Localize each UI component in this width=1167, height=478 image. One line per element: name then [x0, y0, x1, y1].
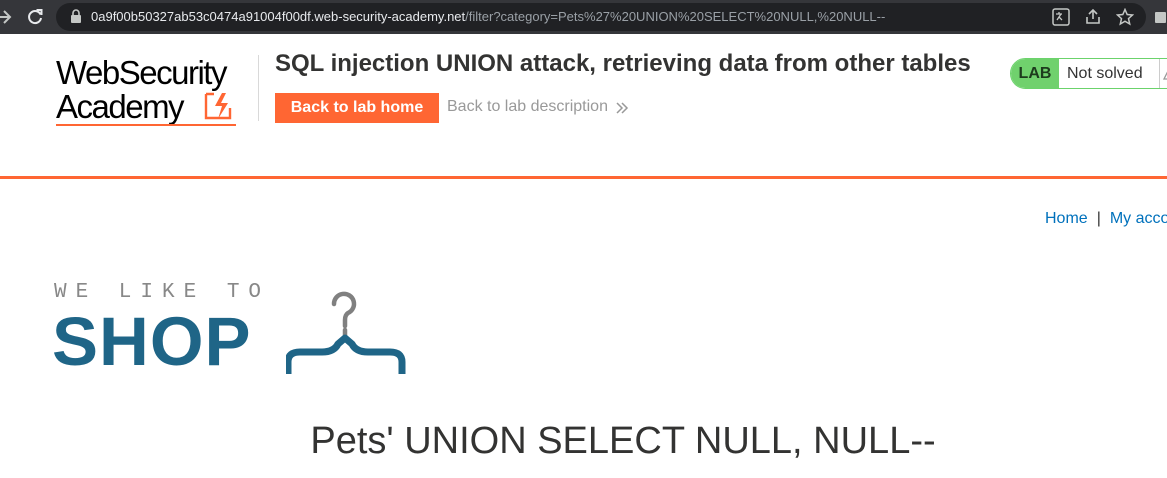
reload-icon[interactable] [26, 8, 44, 26]
flask-icon [1163, 71, 1167, 80]
top-navigation: Home | My account [1045, 210, 1167, 228]
logo-underline [56, 124, 236, 126]
nav-home-link[interactable]: Home [1045, 210, 1088, 227]
web-security-academy-logo[interactable]: WebSecurity Academy [56, 54, 256, 130]
shop-logo[interactable]: WE LIKE TO SHOP [52, 278, 412, 380]
extensions-icon[interactable] [1152, 8, 1167, 26]
lab-status-widget: LAB Not solved [1010, 58, 1167, 89]
back-arrow-icon[interactable] [0, 9, 12, 25]
header-divider [258, 55, 259, 121]
back-to-lab-home-button[interactable]: Back to lab home [275, 93, 439, 123]
status-separator [1159, 59, 1160, 88]
page-heading: Pets' UNION SELECT NULL, NULL-- [310, 420, 936, 462]
nav-my-account-link[interactable]: My account [1110, 210, 1167, 227]
hanger-icon [286, 291, 406, 374]
lab-status-text: Not solved [1067, 65, 1143, 82]
star-icon[interactable] [1116, 8, 1134, 26]
url-text[interactable]: 0a9f00b50327ab53c0474a91004f00df.web-sec… [91, 8, 885, 25]
lab-title: SQL injection UNION attack, retrieving d… [275, 50, 971, 77]
url-path: /filter?category=Pets%27%20UNION%20SELEC… [465, 9, 886, 24]
lab-header: WebSecurity Academy SQL injection UNION … [0, 34, 1167, 177]
url-host: 0a9f00b50327ab53c0474a91004f00df.web-sec… [91, 9, 466, 24]
chevron-double-right-icon[interactable] [615, 101, 629, 115]
logo-line-2: Academy [56, 88, 185, 125]
logo-line-1: WebSecurity [56, 54, 227, 91]
academy-flash-icon [204, 92, 232, 120]
share-icon[interactable] [1084, 8, 1102, 26]
header-bottom-rule [0, 176, 1167, 179]
lock-icon[interactable] [70, 9, 82, 23]
translate-icon[interactable] [1052, 8, 1070, 26]
nav-separator: | [1096, 210, 1101, 227]
browser-toolbar: 0a9f00b50327ab53c0474a91004f00df.web-sec… [0, 0, 1167, 34]
lab-badge: LAB [1011, 59, 1059, 88]
back-to-lab-description-link[interactable]: Back to lab description [447, 98, 608, 116]
logo-word: SHOP [52, 303, 252, 380]
logo-tagline: WE LIKE TO [54, 281, 271, 304]
